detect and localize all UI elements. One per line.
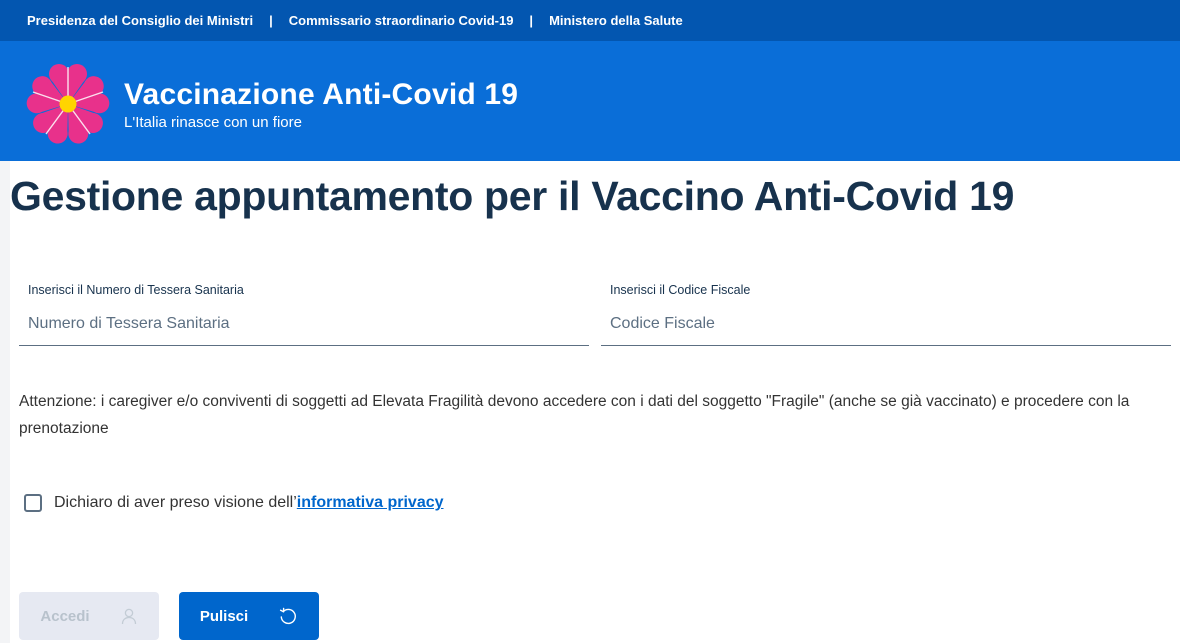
top-separator: | [269, 13, 273, 28]
privacy-consent-text: Dichiaro di aver preso visione dell’ [54, 494, 297, 511]
top-link-ministero[interactable]: Ministero della Salute [549, 13, 683, 28]
privacy-checkbox[interactable] [24, 494, 42, 512]
reset-icon [278, 606, 298, 626]
accedi-button[interactable]: Accedi [19, 592, 159, 640]
tessera-sanitaria-label: Inserisci il Numero di Tessera Sanitaria [28, 283, 244, 297]
page-left-strip [0, 161, 10, 643]
site-title[interactable]: Vaccinazione Anti-Covid 19 [124, 78, 518, 112]
codice-fiscale-field: Inserisci il Codice Fiscale [601, 283, 1171, 346]
codice-fiscale-label: Inserisci il Codice Fiscale [610, 283, 751, 297]
pulisci-button-label: Pulisci [199, 607, 249, 625]
user-icon [120, 607, 138, 625]
primula-flower-icon[interactable] [25, 61, 111, 147]
caregiver-notice: Attenzione: i caregiver e/o conviventi d… [19, 393, 1130, 437]
top-separator: | [529, 13, 534, 28]
page-title: Gestione appuntamento per il Vaccino Ant… [10, 173, 1015, 219]
top-link-presidenza[interactable]: Presidenza del Consiglio dei Ministri [27, 13, 253, 28]
codice-fiscale-input[interactable] [601, 310, 1171, 338]
tessera-sanitaria-input[interactable] [19, 310, 589, 338]
site-header: Vaccinazione Anti-Covid 19 L'Italia rina… [0, 41, 1180, 161]
top-nav-bar: Presidenza del Consiglio dei Ministri | … [0, 0, 1180, 41]
top-link-commissario[interactable]: Commissario straordinario Covid-19 [289, 13, 514, 28]
privacy-consent: Dichiaro di aver preso visione dell’ info… [24, 494, 444, 512]
privacy-policy-link[interactable]: informativa privacy [297, 494, 444, 512]
pulisci-button[interactable]: Pulisci [179, 592, 319, 640]
site-subtitle: L'Italia rinasce con un fiore [124, 114, 302, 131]
accedi-button-label: Accedi [40, 607, 90, 625]
tessera-sanitaria-field: Inserisci il Numero di Tessera Sanitaria [19, 283, 589, 346]
